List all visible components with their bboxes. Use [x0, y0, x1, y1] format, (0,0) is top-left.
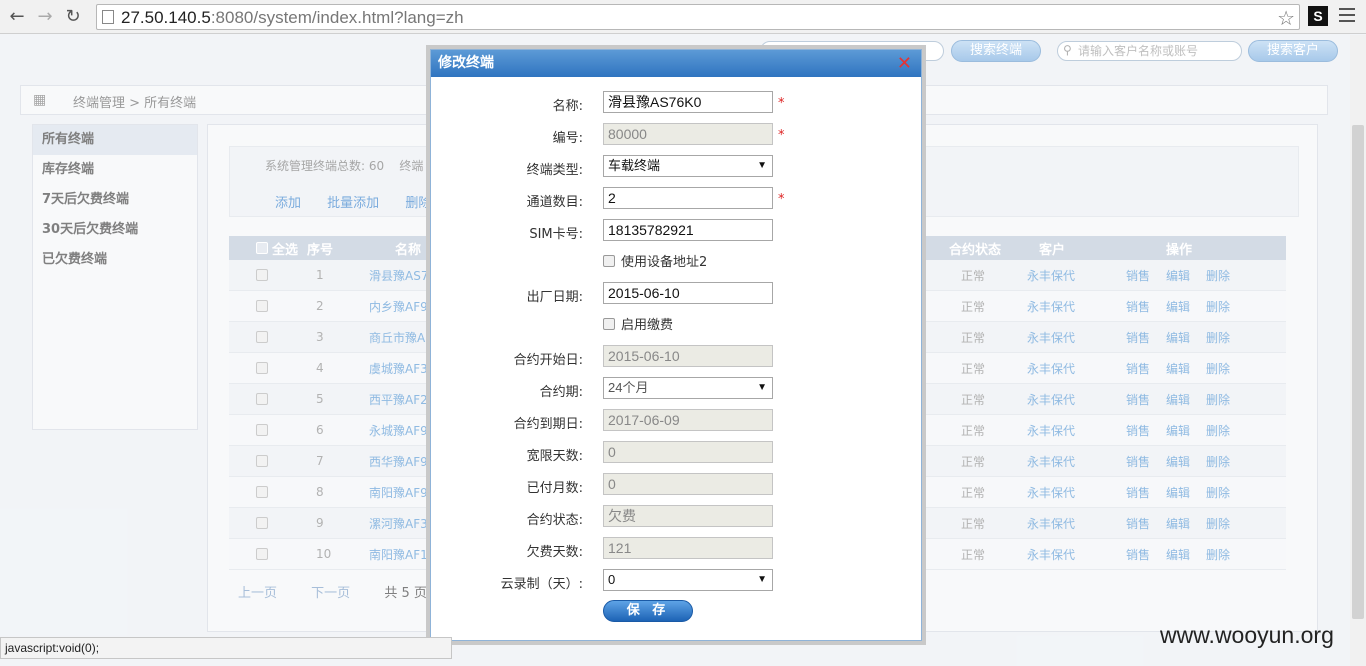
cloud-record-label: 云录制（天）:	[500, 577, 583, 592]
name-label: 名称:	[552, 99, 583, 114]
page-icon	[102, 10, 114, 24]
contract-status-field: 欠费	[603, 505, 773, 527]
channels-field[interactable]: 2	[603, 187, 773, 209]
number-row: 编号: 80000 *	[431, 123, 921, 147]
number-field: 80000	[603, 123, 773, 145]
number-label: 编号:	[552, 131, 583, 146]
factory-date-field[interactable]: 2015-06-10	[603, 282, 773, 304]
watermark: www.wooyun.org	[1160, 622, 1334, 648]
dialog-title-bar: 修改终端 ✕	[431, 50, 921, 77]
sim-field[interactable]: 18135782921	[603, 219, 773, 241]
extension-icon[interactable]: S	[1308, 6, 1328, 26]
browser-toolbar: ← → ↻ 27.50.140.5:8080/system/index.html…	[0, 0, 1366, 34]
name-row: 名称: 滑县豫AS76K0 *	[431, 91, 921, 115]
contract-end-row: 合约到期日: 2017-06-09	[431, 409, 921, 433]
dropdown-arrow-icon: ▼	[757, 160, 767, 171]
url-text: 27.50.140.5:8080/system/index.html?lang=…	[121, 8, 464, 27]
contract-status-row: 合约状态: 欠费	[431, 505, 921, 529]
channels-row: 通道数目: 2 *	[431, 187, 921, 211]
paid-months-label: 已付月数:	[526, 481, 583, 496]
type-row: 终端类型: 车载终端 ▼	[431, 155, 921, 179]
overdue-days-label: 欠费天数:	[526, 545, 583, 560]
dialog-title: 修改终端	[438, 55, 494, 71]
contract-end-label: 合约到期日:	[513, 417, 583, 432]
dropdown-arrow-icon: ▼	[757, 574, 767, 585]
reload-icon[interactable]: ↻	[62, 6, 84, 28]
dropdown-arrow-icon: ▼	[757, 382, 767, 393]
required-mark: *	[778, 192, 785, 207]
back-icon[interactable]: ←	[6, 6, 28, 28]
sim-label: SIM卡号:	[529, 227, 583, 242]
cloud-record-select[interactable]: 0 ▼	[603, 569, 773, 591]
paid-months-field: 0	[603, 473, 773, 495]
edit-terminal-dialog: 修改终端 ✕ 名称: 滑县豫AS76K0 * 编号: 80000 * 终端类型:…	[426, 45, 926, 645]
contract-start-row: 合约开始日: 2015-06-10	[431, 345, 921, 369]
address-bar[interactable]: 27.50.140.5:8080/system/index.html?lang=…	[96, 4, 1300, 30]
overdue-days-field: 121	[603, 537, 773, 559]
factory-date-row: 出厂日期: 2015-06-10	[431, 282, 921, 306]
grace-days-field: 0	[603, 441, 773, 463]
overdue-days-row: 欠费天数: 121	[431, 537, 921, 561]
factory-date-label: 出厂日期:	[526, 290, 583, 305]
forward-icon[interactable]: →	[34, 6, 56, 28]
contract-start-label: 合约开始日:	[513, 353, 583, 368]
contract-period-select[interactable]: 24个月 ▼	[603, 377, 773, 399]
contract-period-label: 合约期:	[539, 385, 583, 400]
grace-days-row: 宽限天数: 0	[431, 441, 921, 465]
browser-menu-icon[interactable]	[1339, 8, 1355, 24]
enable-fee-checkbox[interactable]: 启用缴费	[603, 314, 673, 334]
save-button[interactable]: 保 存	[603, 600, 693, 622]
name-field[interactable]: 滑县豫AS76K0	[603, 91, 773, 113]
dialog-body: 修改终端 ✕ 名称: 滑县豫AS76K0 * 编号: 80000 * 终端类型:…	[430, 49, 922, 641]
required-mark: *	[778, 128, 785, 143]
sim-row: SIM卡号: 18135782921	[431, 219, 921, 243]
terminal-type-select[interactable]: 车载终端 ▼	[603, 155, 773, 177]
contract-end-field: 2017-06-09	[603, 409, 773, 431]
close-icon[interactable]: ✕	[897, 50, 912, 77]
use-addr2-checkbox[interactable]: 使用设备地址2	[603, 251, 707, 271]
bookmark-star-icon[interactable]: ☆	[1277, 6, 1295, 30]
paid-months-row: 已付月数: 0	[431, 473, 921, 497]
type-label: 终端类型:	[526, 163, 583, 178]
contract-status-label: 合约状态:	[526, 513, 583, 528]
grace-days-label: 宽限天数:	[526, 449, 583, 464]
contract-start-field: 2015-06-10	[603, 345, 773, 367]
status-bar: javascript:void(0);	[0, 637, 452, 659]
channels-label: 通道数目:	[526, 195, 583, 210]
required-mark: *	[778, 96, 785, 111]
cloud-record-row: 云录制（天）: 0 ▼	[431, 569, 921, 593]
contract-period-row: 合约期: 24个月 ▼	[431, 377, 921, 401]
